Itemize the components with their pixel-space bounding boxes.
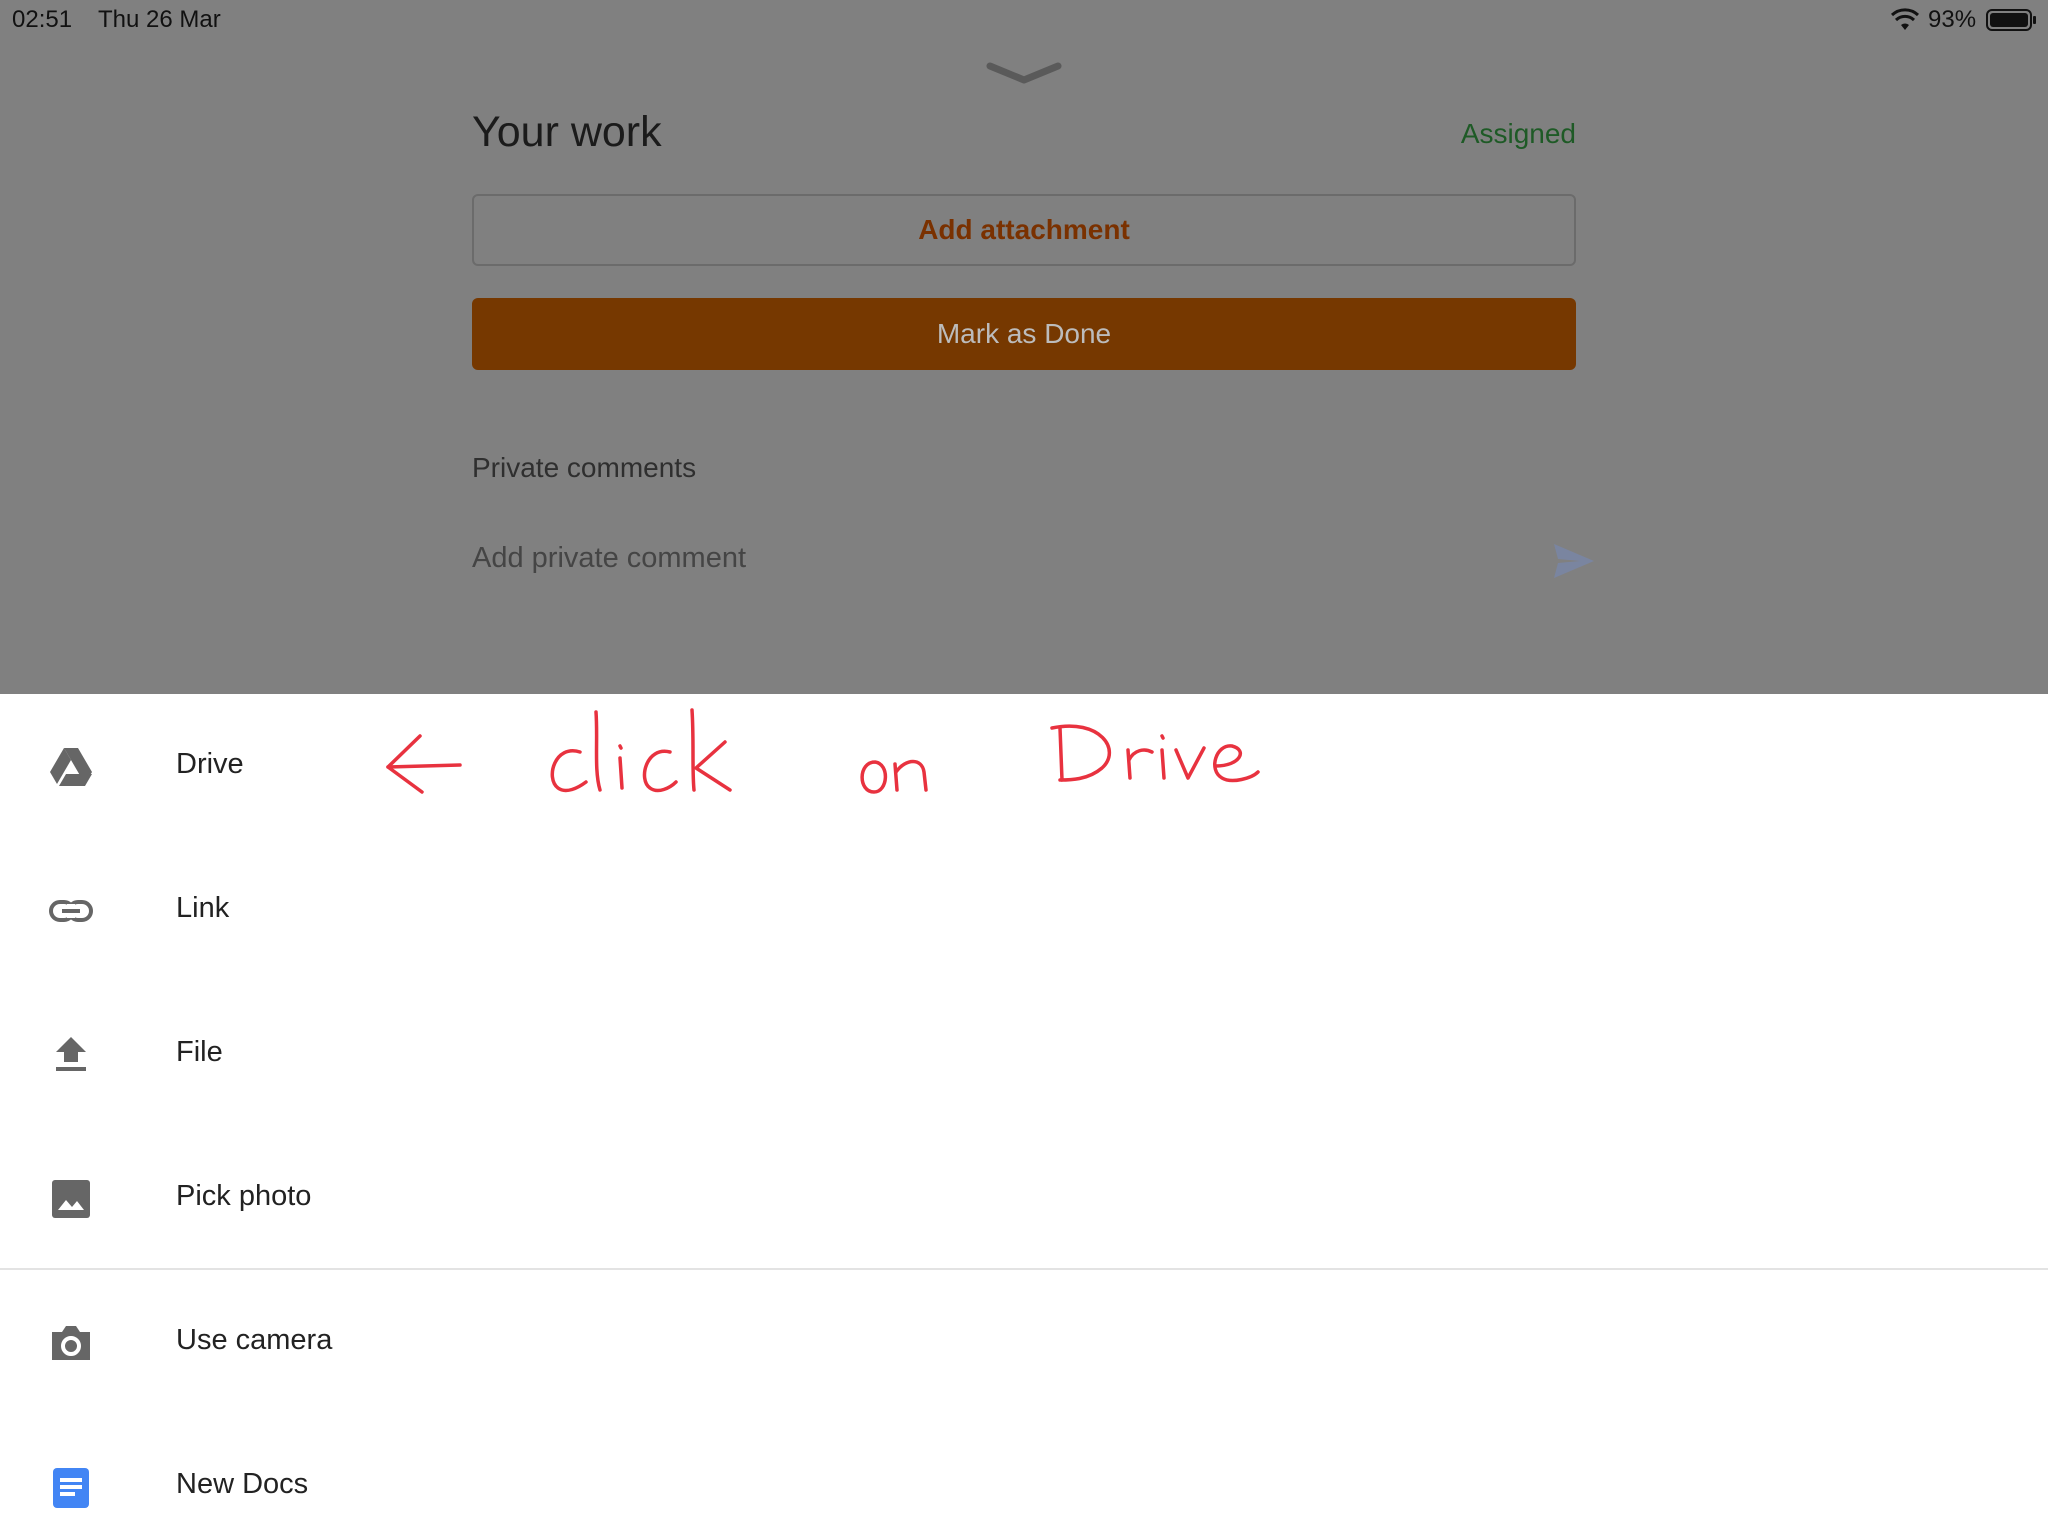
upload-icon [56, 1037, 86, 1071]
sheet-item-label: File [176, 1036, 223, 1068]
status-bar: 02:51 Thu 26 Mar 93% [0, 0, 2048, 40]
private-comments-heading: Private comments [472, 452, 697, 483]
status-badge: Assigned [1460, 118, 1576, 149]
sheet-item-new-docs[interactable]: New Docs [0, 1414, 2048, 1536]
sheet-item-label: New Docs [176, 1468, 309, 1500]
status-date: Thu 26 Mar [98, 6, 221, 33]
battery-icon [1986, 9, 2036, 31]
sheet-item-use-camera[interactable]: Use camera [0, 1270, 2048, 1414]
link-icon [49, 900, 93, 922]
page-title: Your work [472, 108, 662, 156]
drive-icon [50, 748, 92, 786]
sheet-item-pick-photo[interactable]: Pick photo [0, 1126, 2048, 1270]
wifi-icon [1890, 8, 1920, 30]
photo-icon [52, 1180, 90, 1218]
add-attachment-button[interactable]: Add attachment [472, 194, 1576, 266]
collapse-chevron-icon[interactable] [986, 60, 1062, 86]
docs-icon [53, 1468, 89, 1508]
status-time: 02:51 [12, 6, 73, 33]
sheet-item-link[interactable]: Link [0, 838, 2048, 982]
private-comment-input[interactable]: Add private comment [472, 542, 1472, 575]
attachment-sheet: Drive Link File Pick photo Use camera Ne… [0, 694, 2048, 1536]
battery-percent: 93% [1928, 6, 1977, 33]
sheet-item-label: Drive [176, 748, 244, 780]
mark-as-done-button[interactable]: Mark as Done [472, 298, 1576, 370]
handwritten-annotation [386, 708, 1260, 794]
sheet-item-label: Link [176, 892, 230, 924]
sheet-item-file[interactable]: File [0, 982, 2048, 1126]
sheet-item-label: Use camera [176, 1324, 333, 1356]
sheet-item-label: Pick photo [176, 1180, 312, 1212]
camera-icon [52, 1326, 90, 1360]
send-icon[interactable] [1552, 542, 1596, 580]
